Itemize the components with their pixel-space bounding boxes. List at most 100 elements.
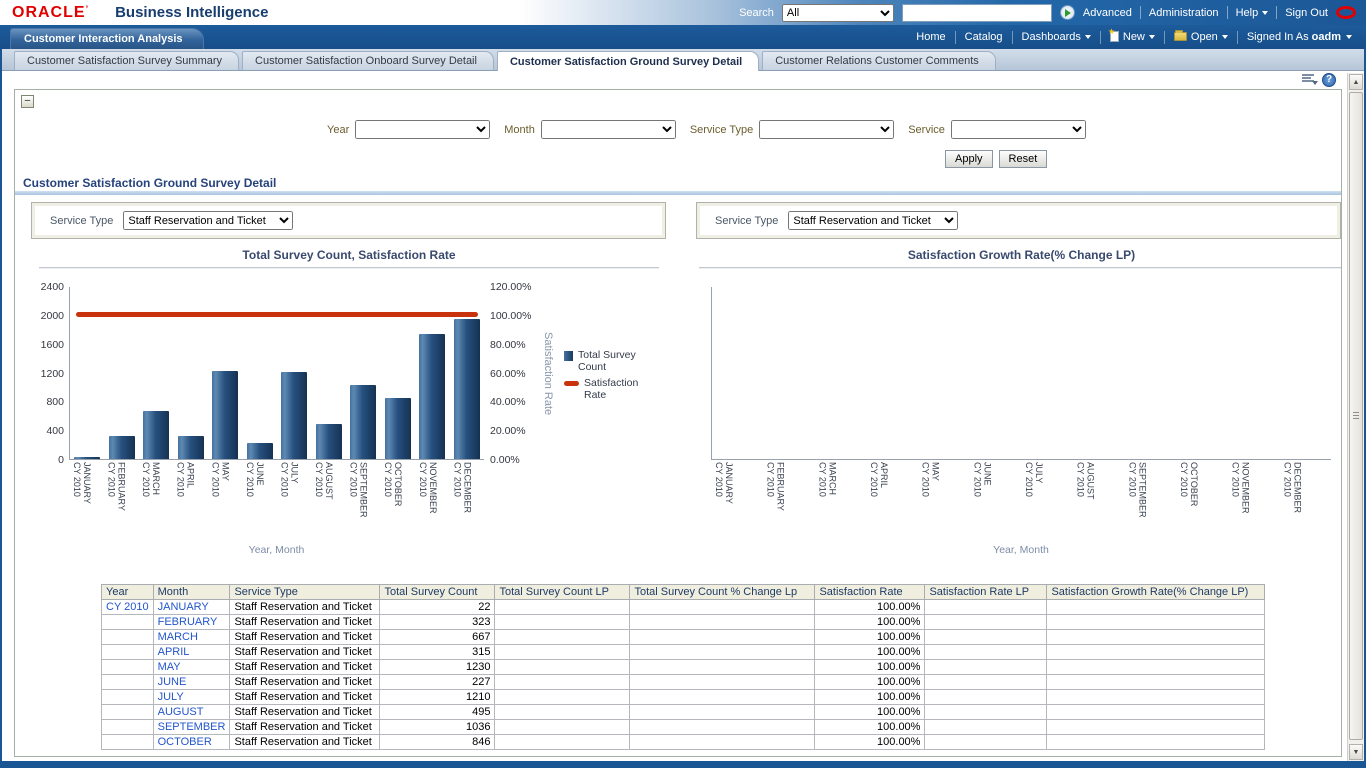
new-menu[interactable]: New bbox=[1110, 31, 1155, 43]
value-cell: Staff Reservation and Ticket bbox=[230, 690, 380, 705]
catalog-link[interactable]: Catalog bbox=[965, 31, 1003, 43]
x-axis-labels: CY 2010JANUARYCY 2010FEBRUARYCY 2010MARC… bbox=[711, 462, 1331, 542]
survey-count-bar[interactable] bbox=[454, 319, 480, 459]
tab-customer-satisfaction-onboard-survey-detail[interactable]: Customer Satisfaction Onboard Survey Det… bbox=[242, 51, 494, 70]
scroll-thumb[interactable] bbox=[1349, 92, 1363, 740]
survey-count-bar[interactable] bbox=[212, 371, 238, 459]
tab-customer-relations-customer-comments[interactable]: Customer Relations Customer Comments bbox=[762, 51, 996, 70]
search-input[interactable] bbox=[902, 4, 1052, 22]
axis-tick: 80.00% bbox=[490, 339, 526, 351]
x-axis-label: CY 2010APRIL bbox=[866, 462, 918, 542]
axis-tick: 40.00% bbox=[490, 396, 526, 408]
x-axis-label: CY 2010JUNE bbox=[242, 462, 277, 542]
signed-in-as: Signed In As oadm bbox=[1247, 31, 1341, 43]
service-filter-select[interactable] bbox=[951, 120, 1086, 139]
value-cell bbox=[495, 705, 630, 720]
value-cell: Staff Reservation and Ticket bbox=[230, 675, 380, 690]
collapse-section-button[interactable]: − bbox=[21, 95, 34, 108]
chevron-down-icon bbox=[1262, 11, 1268, 15]
value-cell: 100.00% bbox=[815, 705, 925, 720]
value-cell bbox=[630, 690, 815, 705]
month-link[interactable]: OCTOBER bbox=[153, 735, 230, 750]
dashboards-menu[interactable]: Dashboards bbox=[1022, 31, 1091, 43]
open-menu[interactable]: Open bbox=[1174, 31, 1228, 43]
help-icon[interactable]: ? bbox=[1322, 73, 1336, 87]
value-cell bbox=[1047, 735, 1265, 750]
search-scope-select[interactable]: All bbox=[782, 4, 894, 22]
value-cell bbox=[630, 705, 815, 720]
value-cell: 100.00% bbox=[815, 690, 925, 705]
value-cell bbox=[630, 720, 815, 735]
value-cell: 667 bbox=[380, 630, 495, 645]
survey-count-bar[interactable] bbox=[281, 372, 307, 459]
service-type-select-right[interactable]: Staff Reservation and Ticket bbox=[788, 211, 958, 230]
value-cell bbox=[1047, 675, 1265, 690]
month-link[interactable]: MARCH bbox=[153, 630, 230, 645]
column-header: Service Type bbox=[230, 585, 380, 600]
axis-tick: 20.00% bbox=[490, 425, 526, 437]
bar-legend-swatch bbox=[564, 351, 573, 361]
vertical-scrollbar[interactable]: ▲ ▼ bbox=[1347, 73, 1364, 761]
month-filter-select[interactable] bbox=[541, 120, 676, 139]
value-cell bbox=[630, 630, 815, 645]
tab-customer-satisfaction-survey-summary[interactable]: Customer Satisfaction Survey Summary bbox=[14, 51, 239, 70]
x-axis-label: CY 2010DECEMBER bbox=[1279, 462, 1331, 542]
table-row: APRILStaff Reservation and Ticket315100.… bbox=[102, 645, 1265, 660]
prompt-actions: Apply Reset bbox=[945, 150, 1047, 168]
satisfaction-rate-line[interactable] bbox=[76, 312, 478, 317]
value-cell bbox=[630, 600, 815, 615]
month-link[interactable]: JULY bbox=[153, 690, 230, 705]
month-link[interactable]: JUNE bbox=[153, 675, 230, 690]
service-type-panel-left: Service Type Staff Reservation and Ticke… bbox=[31, 202, 666, 239]
advanced-link[interactable]: Advanced bbox=[1083, 7, 1132, 19]
value-cell: 100.00% bbox=[815, 675, 925, 690]
month-link[interactable]: JANUARY bbox=[153, 600, 230, 615]
value-cell: 1036 bbox=[380, 720, 495, 735]
axis-tick: 1200 bbox=[41, 368, 64, 380]
month-link[interactable]: APRIL bbox=[153, 645, 230, 660]
service-type-label: Service Type bbox=[50, 215, 113, 227]
x-axis-label: CY 2010OCTOBER bbox=[380, 462, 415, 542]
value-cell: 1230 bbox=[380, 660, 495, 675]
survey-count-bar[interactable] bbox=[247, 443, 273, 459]
year-filter-select[interactable] bbox=[355, 120, 490, 139]
survey-count-bar[interactable] bbox=[178, 436, 204, 459]
home-link[interactable]: Home bbox=[916, 31, 945, 43]
year-filter-label: Year bbox=[327, 124, 349, 136]
separator bbox=[1140, 6, 1141, 19]
survey-count-bar[interactable] bbox=[74, 457, 100, 459]
year-link bbox=[102, 735, 154, 750]
month-link[interactable]: AUGUST bbox=[153, 705, 230, 720]
survey-count-bar[interactable] bbox=[109, 436, 135, 459]
month-link[interactable]: FEBRUARY bbox=[153, 615, 230, 630]
scroll-down-arrow[interactable]: ▼ bbox=[1349, 744, 1363, 760]
service-type-filter-select[interactable] bbox=[759, 120, 894, 139]
survey-count-bar[interactable] bbox=[419, 334, 445, 459]
page-options-icon[interactable] bbox=[1302, 74, 1316, 85]
survey-count-bar[interactable] bbox=[143, 411, 169, 459]
value-cell: Staff Reservation and Ticket bbox=[230, 630, 380, 645]
service-type-select-left[interactable]: Staff Reservation and Ticket bbox=[123, 211, 293, 230]
survey-count-bar[interactable] bbox=[350, 385, 376, 459]
survey-count-bar[interactable] bbox=[316, 424, 342, 459]
scroll-up-arrow[interactable]: ▲ bbox=[1349, 74, 1363, 90]
survey-count-bar[interactable] bbox=[385, 398, 411, 459]
month-link[interactable]: MAY bbox=[153, 660, 230, 675]
help-menu[interactable]: Help bbox=[1236, 7, 1269, 19]
tab-customer-satisfaction-ground-survey-detail[interactable]: Customer Satisfaction Ground Survey Deta… bbox=[497, 51, 759, 71]
apply-button[interactable]: Apply bbox=[945, 150, 993, 168]
table-header-row: YearMonthService TypeTotal Survey CountT… bbox=[102, 585, 1265, 600]
administration-link[interactable]: Administration bbox=[1149, 7, 1219, 19]
search-go-button[interactable] bbox=[1060, 5, 1075, 20]
month-link[interactable]: SEPTEMBER bbox=[153, 720, 230, 735]
dashboard-tab[interactable]: Customer Interaction Analysis bbox=[10, 28, 204, 49]
signout-link[interactable]: Sign Out bbox=[1285, 7, 1328, 19]
page-toolbar: ? bbox=[2, 71, 1364, 88]
value-cell: 100.00% bbox=[815, 630, 925, 645]
chevron-down-icon[interactable] bbox=[1346, 35, 1352, 39]
x-axis-label: CY 2010AUGUST bbox=[1073, 462, 1125, 542]
value-cell bbox=[1047, 615, 1265, 630]
year-link[interactable]: CY 2010 bbox=[102, 600, 154, 615]
reset-button[interactable]: Reset bbox=[999, 150, 1048, 168]
section-rule bbox=[15, 191, 1341, 195]
